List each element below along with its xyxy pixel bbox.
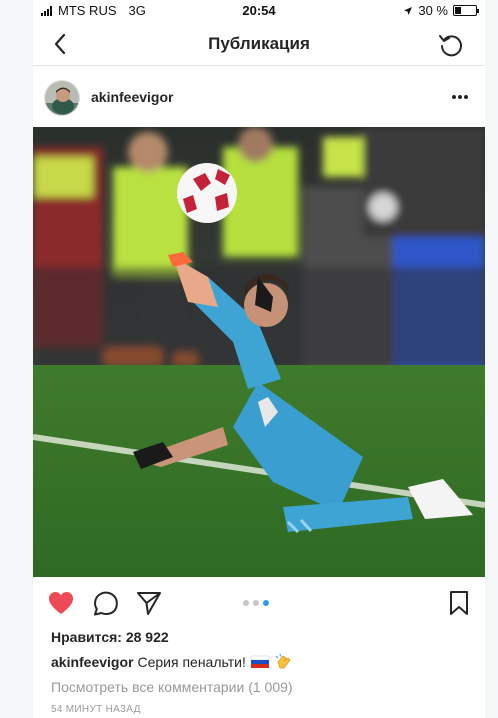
heart-icon[interactable]	[47, 589, 75, 617]
caption-username[interactable]: akinfeevigor	[51, 654, 133, 670]
goalkeeper-kick-save-photo	[33, 127, 485, 577]
location-arrow-icon	[404, 6, 413, 15]
clapping-hands-icon	[275, 653, 291, 669]
post-photo[interactable]	[33, 127, 485, 577]
comment-icon[interactable]	[91, 589, 119, 617]
battery-percent: 30 %	[418, 3, 448, 18]
bookmark-icon[interactable]	[445, 589, 473, 617]
likes-count[interactable]: Нравится: 28 922	[51, 629, 169, 645]
share-icon[interactable]	[135, 589, 163, 617]
avatar-image	[45, 81, 79, 115]
app-frame: MTS RUS 3G 20:54 30 % Публикация akinfee…	[33, 0, 485, 718]
status-bar: MTS RUS 3G 20:54 30 %	[33, 0, 485, 22]
russia-flag-icon	[250, 655, 270, 668]
view-all-comments-link[interactable]: Посмотреть все комментарии (1 009)	[51, 679, 293, 695]
post-username[interactable]: akinfeevigor	[91, 89, 173, 105]
refresh-icon[interactable]	[437, 31, 465, 59]
avatar[interactable]	[44, 80, 80, 116]
navigation-bar: Публикация	[33, 22, 485, 66]
more-horizontal-icon[interactable]	[451, 94, 469, 100]
post-caption: akinfeevigor Серия пенальти!	[51, 653, 292, 671]
page-title: Публикация	[208, 34, 310, 53]
carousel-dot	[253, 600, 259, 606]
carousel-dot	[263, 600, 269, 606]
post-timestamp: 54 МИНУТ НАЗАД	[51, 704, 141, 715]
post-header: akinfeevigor	[33, 70, 485, 126]
caption-text: Серия пенальти!	[137, 654, 246, 670]
carousel-dot	[243, 600, 249, 606]
battery-icon	[453, 5, 479, 16]
battery-fill	[455, 7, 461, 14]
status-right: 30 %	[403, 3, 479, 18]
carousel-indicator	[243, 600, 269, 606]
post-actions-bar	[33, 585, 485, 621]
